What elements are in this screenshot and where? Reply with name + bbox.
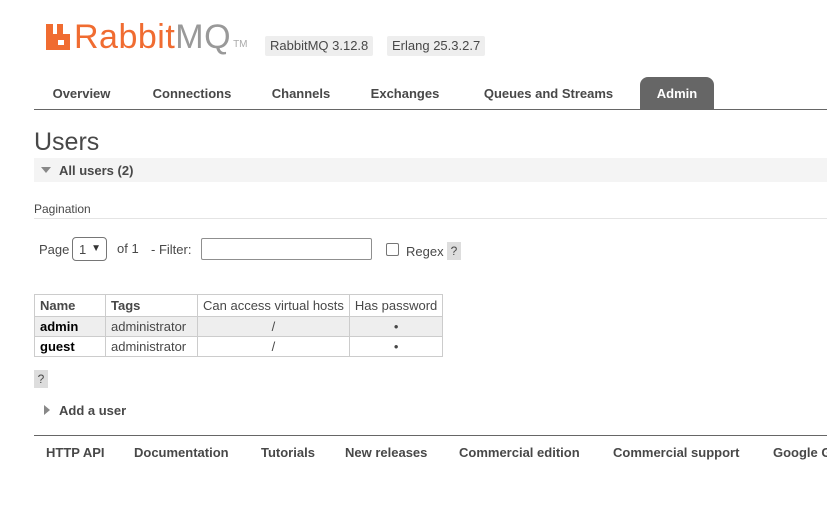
regex-help-button[interactable]: ? (447, 242, 461, 260)
user-has-password: • (348, 316, 444, 337)
page-label: Page (39, 242, 70, 257)
page-select-value: 1 (79, 242, 87, 257)
column-header-name[interactable]: Name (34, 294, 106, 317)
rabbitmq-version-badge: RabbitMQ 3.12.8 (265, 36, 374, 56)
user-name-link[interactable]: guest (34, 336, 106, 357)
main-nav-tabs: Overview Connections Channels Exchanges … (34, 77, 827, 110)
user-tags: administrator (105, 336, 198, 357)
chevron-down-icon: ▼ (91, 243, 101, 254)
footer-link-commercial-edition[interactable]: Commercial edition (459, 445, 580, 460)
filter-input[interactable] (201, 238, 372, 260)
table-header-row: Name Tags Can access virtual hosts Has p… (34, 294, 444, 317)
column-header-tags[interactable]: Tags (105, 294, 198, 317)
erlang-version-badge: Erlang 25.3.2.7 (387, 36, 486, 56)
table-row[interactable]: guest administrator / • (34, 336, 444, 357)
pagination-heading: Pagination (34, 202, 91, 216)
tab-queues-and-streams[interactable]: Queues and Streams (467, 77, 630, 109)
collapse-triangle-icon (41, 167, 51, 173)
tab-overview[interactable]: Overview (34, 77, 129, 109)
user-vhosts: / (197, 336, 350, 357)
pagination-divider (34, 218, 827, 219)
table-help-button[interactable]: ? (34, 370, 48, 388)
rabbitmq-logo[interactable]: RabbitMQ TM (46, 20, 248, 54)
user-name-link[interactable]: admin (34, 316, 106, 337)
user-has-password: • (348, 336, 444, 357)
footer-links: HTTP API Documentation Tutorials New rel… (0, 440, 827, 470)
filter-label: - Filter: (151, 242, 192, 257)
rabbitmq-logo-icon (46, 24, 70, 50)
expand-triangle-icon (44, 405, 50, 415)
user-vhosts: / (197, 316, 350, 337)
footer-divider (34, 435, 827, 436)
page-select[interactable]: 1 ▼ (72, 237, 107, 261)
footer-link-commercial-support[interactable]: Commercial support (613, 445, 739, 460)
regex-label: Regex (406, 244, 444, 259)
logo-trademark: TM (233, 39, 248, 50)
regex-checkbox[interactable] (386, 243, 399, 256)
footer-link-google-group[interactable]: Google Group (773, 445, 827, 460)
tab-channels[interactable]: Channels (256, 77, 346, 109)
tab-admin[interactable]: Admin (640, 77, 714, 109)
user-tags: administrator (105, 316, 198, 337)
users-table: Name Tags Can access virtual hosts Has p… (34, 294, 444, 357)
column-header-has-password: Has password (348, 294, 444, 317)
footer-link-new-releases[interactable]: New releases (345, 445, 427, 460)
footer-link-tutorials[interactable]: Tutorials (261, 445, 315, 460)
logo-text-rabbit: Rabbit (74, 18, 176, 56)
add-user-label: Add a user (59, 403, 127, 418)
footer-link-documentation[interactable]: Documentation (134, 445, 229, 460)
footer-link-http-api[interactable]: HTTP API (46, 445, 105, 460)
logo-text-mq: MQ (175, 18, 232, 56)
page-of-label: of 1 (117, 241, 139, 256)
column-header-vhosts: Can access virtual hosts (197, 294, 350, 317)
all-users-section-label: All users (2) (59, 163, 134, 178)
tab-connections[interactable]: Connections (137, 77, 247, 109)
table-row[interactable]: admin administrator / • (34, 316, 444, 337)
all-users-section-toggle[interactable]: All users (2) (34, 158, 827, 182)
page-title: Users (34, 128, 100, 156)
tab-exchanges[interactable]: Exchanges (356, 77, 454, 109)
